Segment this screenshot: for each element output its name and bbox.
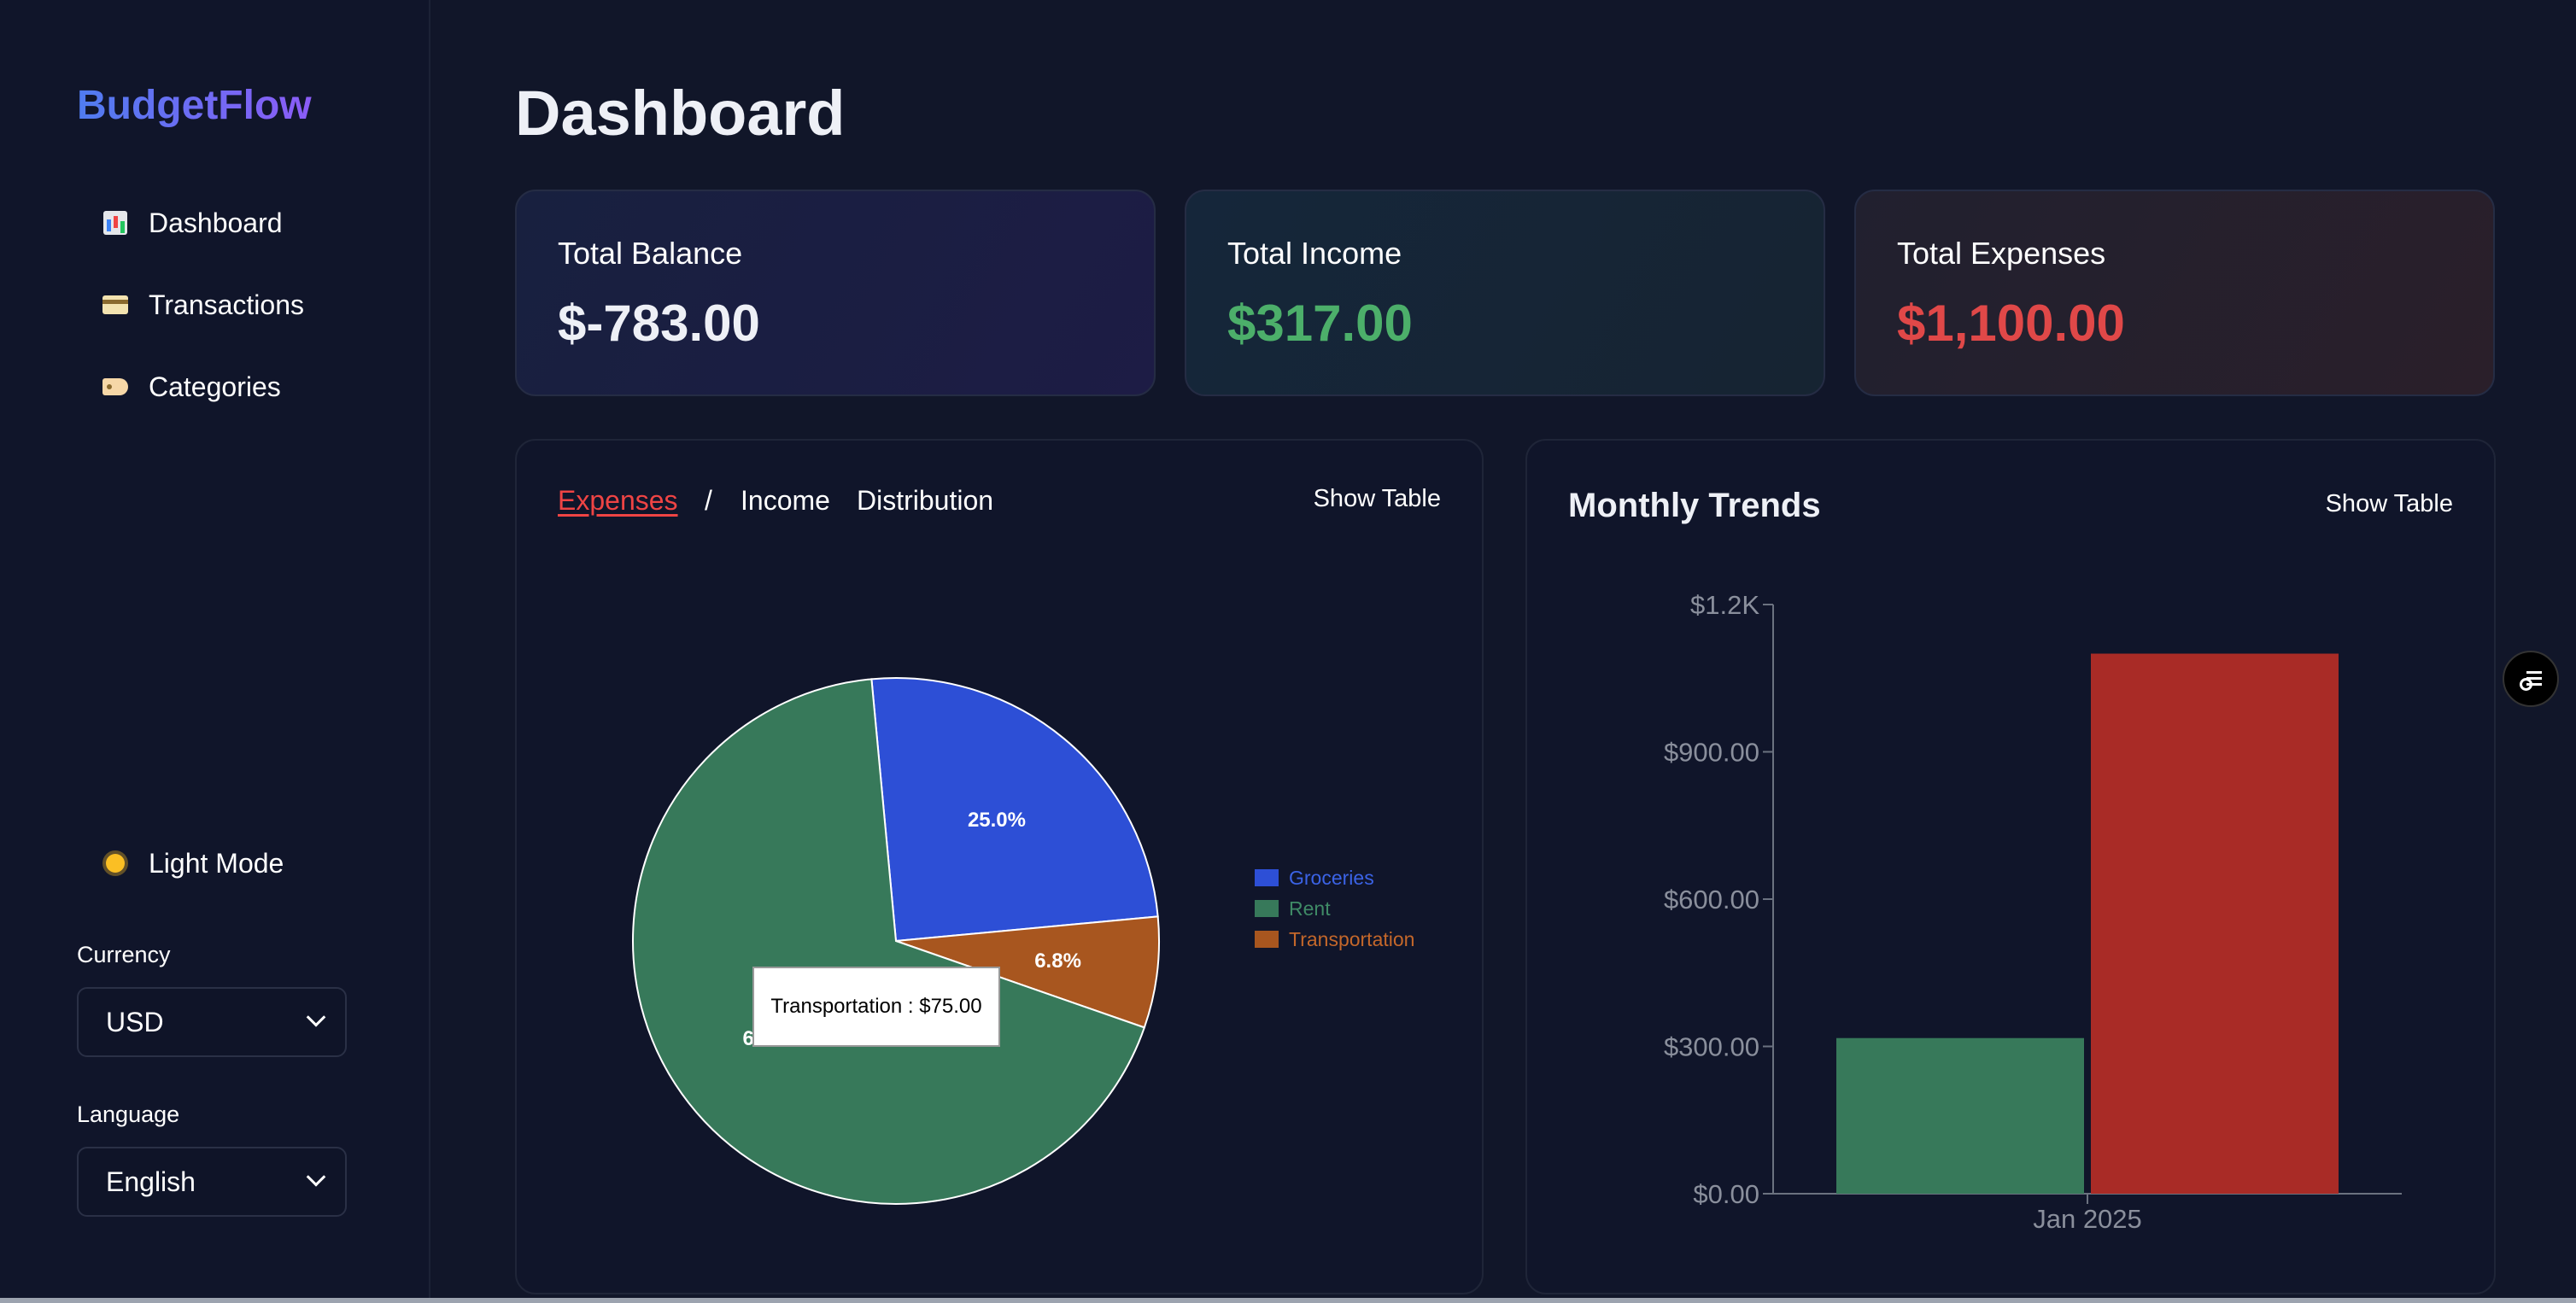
bar-chart: $0.00 $300.00 $600.00 $900.00 $1.2K Jan 2025: [1664, 590, 2402, 1234]
legend-label: Rent: [1289, 897, 1331, 920]
credit-card-icon: [102, 292, 128, 318]
app-logo[interactable]: BudgetFlow: [77, 82, 312, 129]
distribution-panel: Expenses / Income Distribution Show Tabl…: [515, 439, 1484, 1294]
chevron-down-icon: [306, 1167, 326, 1187]
sidebar-item-dashboard[interactable]: Dashboard: [102, 197, 393, 248]
chart-tooltip: Transportation : $75.00: [752, 967, 1000, 1047]
stat-value: $-783.00: [558, 295, 760, 352]
chevron-down-icon: [306, 1008, 326, 1027]
pie-chart: 25.0%6.8%68.2%: [632, 677, 1160, 1205]
bar-chart-icon: [102, 210, 128, 236]
currency-value: USD: [106, 1006, 164, 1037]
total-expenses-card: Total Expenses $1,100.00: [1854, 190, 2495, 396]
total-income-card: Total Income $317.00: [1185, 190, 1825, 396]
y-tick-label: $1.2K: [1690, 590, 1759, 620]
distribution-title: Distribution: [857, 485, 994, 516]
tab-expenses[interactable]: Expenses: [558, 485, 678, 517]
pie-legend: Groceries Rent Transportation: [1255, 862, 1414, 955]
theme-toggle-button[interactable]: Light Mode: [102, 838, 393, 889]
legend-label: Transportation: [1289, 927, 1415, 950]
legend-label: Groceries: [1289, 866, 1374, 889]
sun-icon: [102, 850, 128, 876]
tag-icon: [102, 374, 128, 400]
legend-item-rent[interactable]: Rent: [1255, 893, 1414, 924]
sidebar-item-transactions[interactable]: Transactions: [102, 279, 393, 330]
sidebar-item-categories[interactable]: Categories: [102, 361, 393, 412]
legend-item-transportation[interactable]: Transportation: [1255, 924, 1414, 955]
currency-select[interactable]: USD: [77, 987, 347, 1057]
floating-action-button[interactable]: [2503, 651, 2559, 707]
stat-label: Total Expenses: [1897, 236, 2106, 271]
theme-toggle-label: Light Mode: [149, 847, 284, 879]
pie-slice-label: 6.8%: [1034, 949, 1081, 973]
stat-label: Total Balance: [558, 236, 743, 271]
stat-label: Total Income: [1227, 236, 1402, 271]
legend-swatch: [1255, 931, 1279, 948]
language-label: Language: [77, 1101, 180, 1127]
bar-1[interactable]: [2091, 653, 2339, 1195]
y-tick-label: $300.00: [1664, 1032, 1759, 1062]
y-tick-label: $600.00: [1664, 885, 1759, 914]
tab-separator: /: [705, 485, 712, 516]
language-value: English: [106, 1166, 196, 1197]
window-bottom-edge: [0, 1298, 2576, 1303]
monthly-trends-panel: Monthly Trends Show Table $0.00 $300.00 $6…: [1525, 439, 2496, 1294]
stat-value: $1,100.00: [1897, 295, 2125, 352]
legend-swatch: [1255, 869, 1279, 886]
page-title: Dashboard: [515, 78, 846, 149]
x-tick-label: Jan 2025: [2033, 1204, 2142, 1234]
sidebar-item-label: Dashboard: [149, 207, 283, 238]
legend-swatch: [1255, 900, 1279, 917]
tab-income[interactable]: Income: [741, 485, 830, 517]
bar-0[interactable]: [1836, 1037, 2084, 1194]
currency-label: Currency: [77, 942, 171, 967]
pie-slice-label: 25.0%: [968, 809, 1026, 832]
show-table-button[interactable]: Show Table: [1314, 485, 1441, 513]
y-tick-label: $900.00: [1664, 738, 1759, 768]
sidebar-item-label: Categories: [149, 371, 281, 402]
total-balance-card: Total Balance $-783.00: [515, 190, 1156, 396]
filter-list-icon: [2520, 671, 2542, 691]
stat-value: $317.00: [1227, 295, 1413, 352]
legend-item-groceries[interactable]: Groceries: [1255, 862, 1414, 893]
sidebar-item-label: Transactions: [149, 289, 304, 320]
y-tick-label: $0.00: [1693, 1179, 1759, 1209]
language-select[interactable]: English: [77, 1147, 347, 1217]
sidebar: BudgetFlow Dashboard Transactions Catego…: [0, 0, 430, 1298]
